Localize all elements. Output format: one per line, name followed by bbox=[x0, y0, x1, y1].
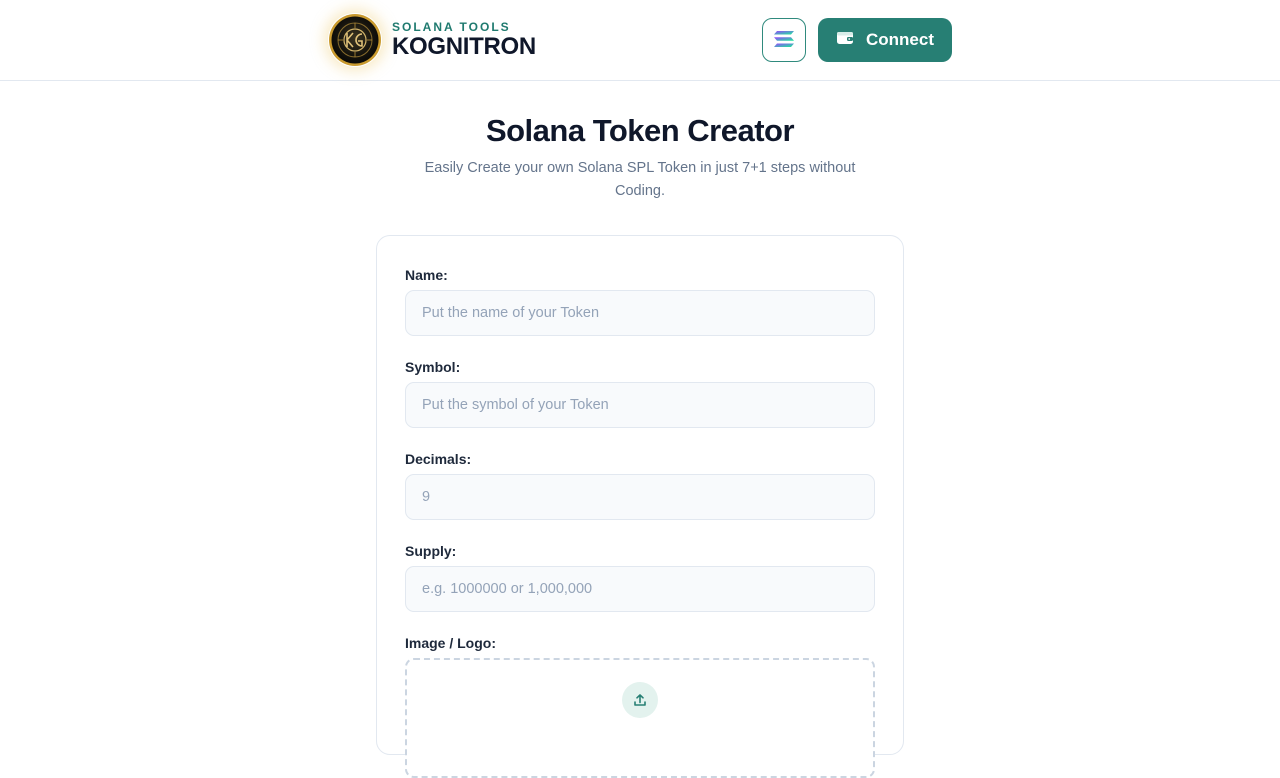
solana-icon bbox=[773, 30, 795, 51]
page-title: Solana Token Creator bbox=[485, 113, 795, 148]
brand-text: SOLANA TOOLS KOGNITRON bbox=[392, 20, 536, 60]
token-supply-input[interactable] bbox=[405, 566, 875, 612]
image-upload-dropzone[interactable] bbox=[405, 658, 875, 778]
connect-wallet-button[interactable]: Connect bbox=[818, 18, 952, 62]
token-name-input[interactable] bbox=[405, 290, 875, 336]
network-button[interactable] bbox=[762, 18, 806, 62]
top-header: SOLANA TOOLS KOGNITRON Connect bbox=[0, 0, 1280, 81]
brand-title: KOGNITRON bbox=[392, 33, 536, 60]
token-symbol-input[interactable] bbox=[405, 382, 875, 428]
wallet-icon bbox=[836, 30, 854, 51]
token-form-card: Name: Symbol: Decimals: Supply: Image / … bbox=[376, 235, 904, 778]
brand[interactable]: SOLANA TOOLS KOGNITRON bbox=[328, 13, 536, 67]
image-label: Image / Logo: bbox=[405, 635, 496, 651]
token-decimals-input[interactable] bbox=[405, 474, 875, 520]
page-subtitle: Easily Create your own Solana SPL Token … bbox=[424, 160, 856, 199]
connect-label: Connect bbox=[866, 30, 934, 49]
symbol-label: Symbol: bbox=[405, 359, 461, 375]
supply-label: Supply: bbox=[405, 543, 457, 559]
decimals-label: Decimals: bbox=[405, 451, 472, 467]
upload-icon bbox=[622, 682, 658, 718]
brand-eyebrow: SOLANA TOOLS bbox=[392, 20, 511, 34]
kognitron-logo-icon bbox=[328, 13, 382, 67]
name-label: Name: bbox=[405, 267, 448, 283]
